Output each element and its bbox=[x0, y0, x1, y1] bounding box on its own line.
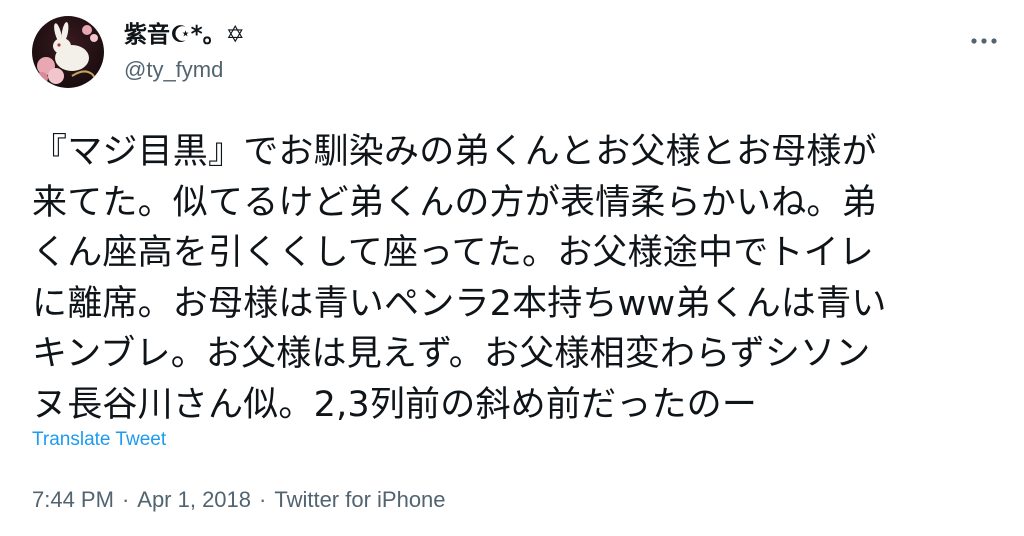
translate-tweet-link[interactable]: Translate Tweet bbox=[32, 428, 166, 452]
separator-dot: · bbox=[121, 487, 130, 512]
more-options-button[interactable] bbox=[964, 30, 1004, 52]
tweet-date[interactable]: Apr 1, 2018 bbox=[137, 485, 251, 515]
tweet-text: 『マジ目黒』でお馴染みの弟くんとお父様とお母様が 来てた。似てるけど弟くんの方が… bbox=[32, 132, 887, 425]
author-names: 紫音☪*。✡ @ty_fymd bbox=[124, 19, 245, 85]
rabbit-avatar-icon bbox=[32, 16, 104, 88]
user-handle[interactable]: @ty_fymd bbox=[124, 55, 245, 85]
more-horizontal-icon bbox=[971, 38, 997, 44]
tweet-time[interactable]: 7:44 PM bbox=[32, 485, 114, 515]
tweet-source[interactable]: Twitter for iPhone bbox=[274, 485, 445, 515]
display-name[interactable]: 紫音☪*。✡ bbox=[124, 19, 245, 51]
tweet-card: 紫音☪*。✡ @ty_fymd 『マジ目黒』でお馴染みの弟くんとお父様とお母様が… bbox=[0, 0, 1024, 536]
avatar[interactable] bbox=[32, 16, 104, 88]
tweet-header: 紫音☪*。✡ @ty_fymd bbox=[32, 16, 245, 88]
tweet-metadata: 7:44 PM · Apr 1, 2018 · Twitter for iPho… bbox=[32, 485, 446, 515]
separator-dot: · bbox=[259, 487, 267, 512]
